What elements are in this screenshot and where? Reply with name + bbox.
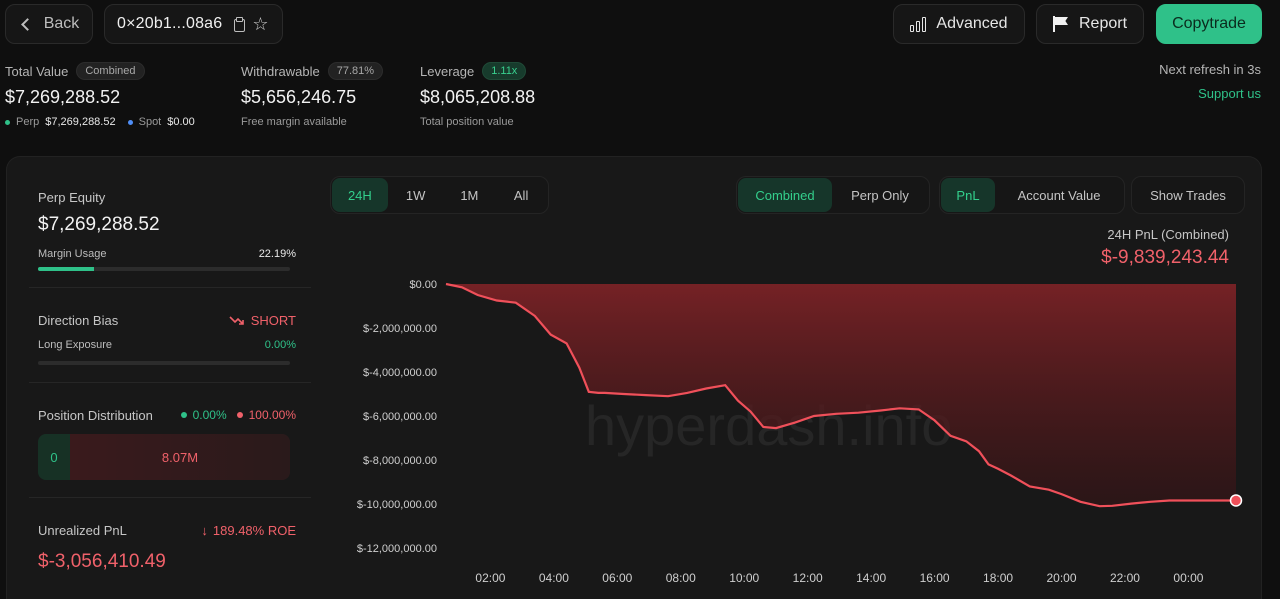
leverage-sub: Total position value (420, 116, 514, 128)
x-tick-label: 12:00 (793, 571, 823, 585)
advanced-button[interactable]: Advanced (893, 4, 1025, 44)
back-label: Back (43, 15, 80, 32)
x-tick-label: 08:00 (666, 571, 696, 585)
spot-value: $0.00 (167, 116, 195, 128)
copy-icon[interactable] (232, 17, 246, 32)
withdrawable-label: Withdrawable (241, 63, 320, 79)
bar-chart-icon (910, 16, 928, 32)
advanced-label: Advanced (936, 15, 1008, 32)
leverage-stat: Leverage 1.11x $8,065,208.88 Total posit… (420, 62, 535, 128)
x-tick-label: 22:00 (1110, 571, 1140, 585)
y-tick-label: $-2,000,000.00 (363, 323, 437, 335)
spot-label: Spot (138, 116, 162, 128)
support-link[interactable]: Support us (1198, 86, 1261, 101)
withdrawable-value: $5,656,246.75 (241, 87, 357, 107)
combined-badge[interactable]: Combined (76, 62, 145, 80)
total-value: $7,269,288.52 (5, 87, 121, 107)
copytrade-button[interactable]: Copytrade (1156, 4, 1262, 44)
perp-dot (5, 119, 10, 125)
x-tick-label: 10:00 (729, 571, 759, 585)
y-tick-label: $-6,000,000.00 (363, 411, 437, 423)
y-tick-label: $-10,000,000.00 (357, 499, 437, 511)
total-value-stat: Total Value Combined $7,269,288.52 Perp … (5, 62, 207, 128)
x-tick-label: 02:00 (475, 571, 505, 585)
leverage-label: Leverage (420, 63, 475, 79)
back-button[interactable]: Back (5, 4, 93, 44)
x-tick-label: 14:00 (856, 571, 886, 585)
report-label: Report (1078, 15, 1128, 32)
leverage-badge: 1.11x (482, 62, 527, 80)
spot-dot (127, 119, 133, 125)
perp-value: $7,269,288.52 (45, 116, 116, 128)
star-icon[interactable]: ☆ (252, 15, 268, 33)
x-tick-label: 00:00 (1173, 571, 1203, 585)
x-tick-label: 20:00 (1046, 571, 1076, 585)
x-tick-label: 06:00 (602, 571, 632, 585)
y-axis: $0.00 $-2,000,000.00 $-4,000,000.00 $-6,000… (357, 279, 437, 555)
copytrade-label: Copytrade (1172, 15, 1246, 32)
x-tick-label: 18:00 (983, 571, 1013, 585)
leverage-value: $8,065,208.88 (420, 87, 536, 107)
perp-label: Perp (16, 116, 40, 128)
account-panel: Perp Equity $7,269,288.52 Margin Usage 2… (6, 156, 1262, 599)
x-tick-label: 04:00 (539, 571, 569, 585)
chevron-left-icon (20, 17, 34, 31)
x-axis: 02:00 04:00 06:00 08:00 10:00 12:00 14:00 16:00… (475, 571, 1203, 585)
y-tick-label: $-12,000,000.00 (357, 543, 437, 555)
pnl-area (446, 284, 1236, 507)
total-value-label: Total Value (5, 63, 69, 79)
y-tick-label: $0.00 (409, 279, 437, 291)
top-bar: Back 0×20b1...08a6 ☆ Advanced Report Cop… (0, 0, 1280, 48)
last-point-marker[interactable] (1229, 494, 1243, 507)
refresh-timer: Next refresh in 3s (1159, 62, 1261, 77)
flag-icon (1052, 16, 1069, 32)
x-tick-label: 16:00 (920, 571, 950, 585)
withdrawable-badge: 77.81% (327, 62, 384, 80)
wallet-address-box: 0×20b1...08a6 ☆ (104, 4, 283, 44)
pnl-chart[interactable]: $0.00 $-2,000,000.00 $-4,000,000.00 $-6,000… (7, 157, 1263, 599)
withdrawable-stat: Withdrawable 77.81% $5,656,246.75 Free m… (241, 62, 384, 128)
y-tick-label: $-4,000,000.00 (363, 367, 437, 379)
report-button[interactable]: Report (1036, 4, 1144, 44)
y-tick-label: $-8,000,000.00 (363, 455, 437, 467)
wallet-address: 0×20b1...08a6 (117, 15, 223, 32)
withdrawable-sub: Free margin available (241, 116, 347, 128)
